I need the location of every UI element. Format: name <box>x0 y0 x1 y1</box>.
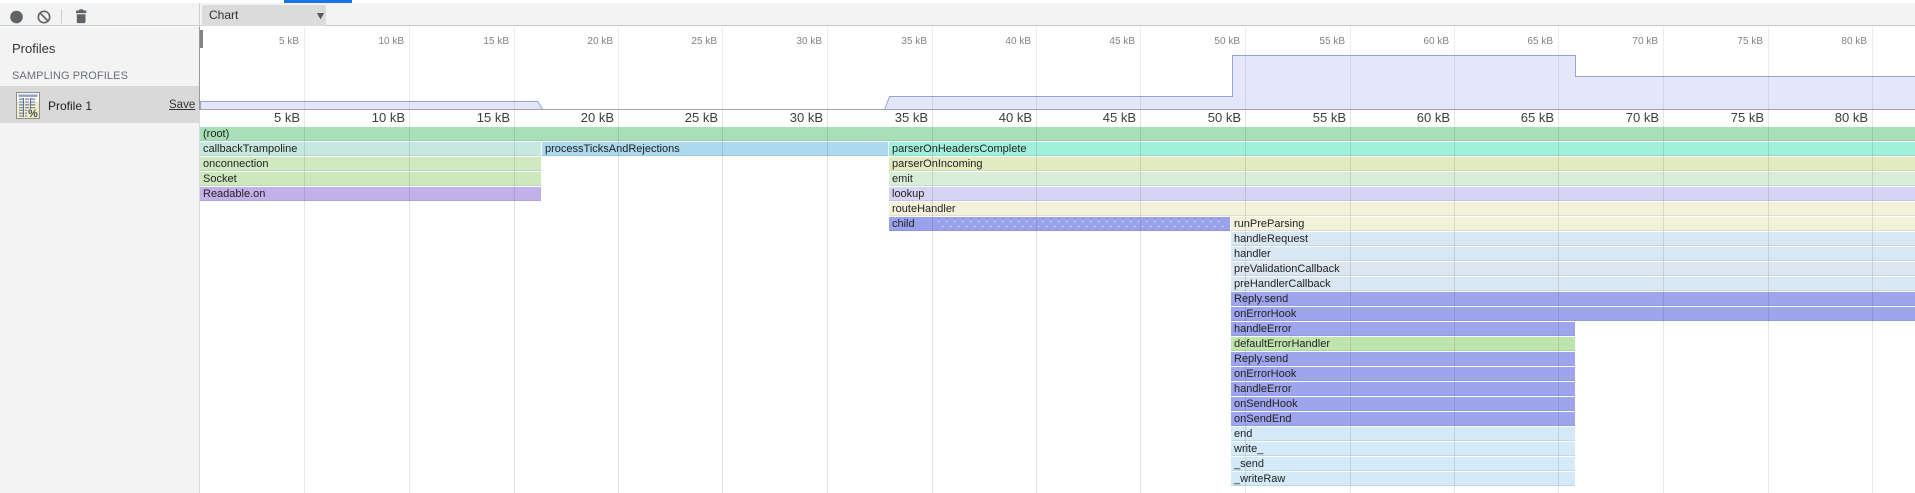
svg-text:%: % <box>28 108 38 119</box>
